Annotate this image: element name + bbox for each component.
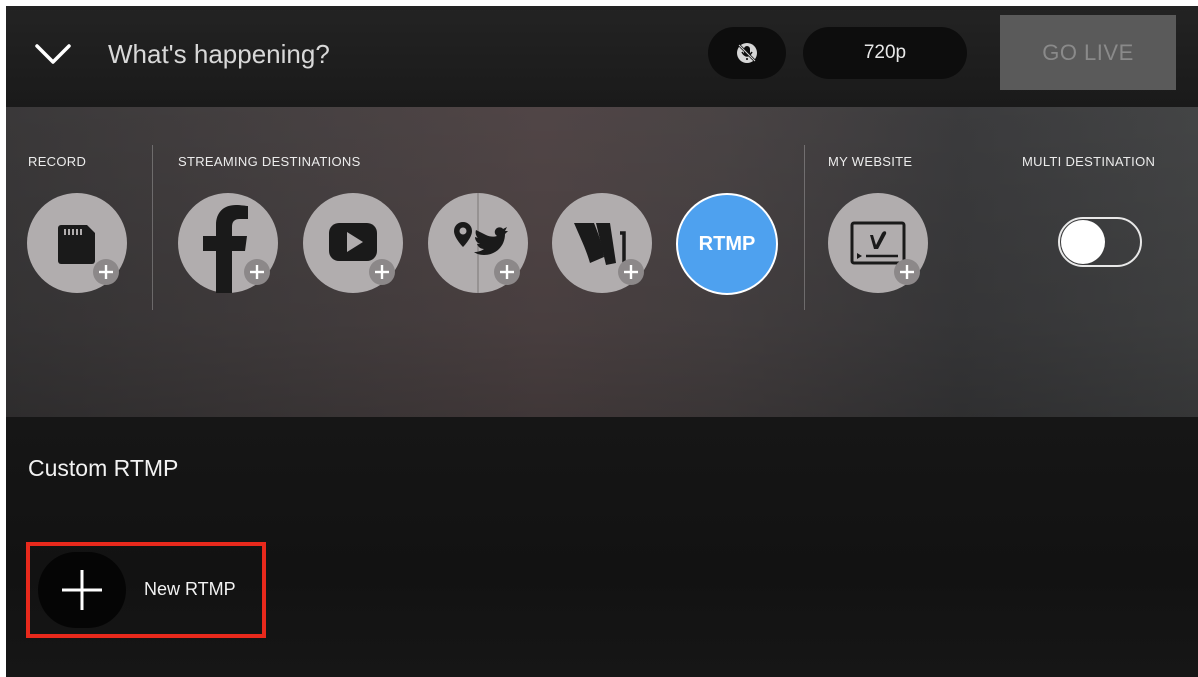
destination-periscope-twitter[interactable] <box>428 193 528 293</box>
destination-vimeo-website[interactable] <box>828 193 928 293</box>
divider <box>804 145 805 310</box>
new-rtmp-button[interactable]: New RTMP <box>26 542 266 638</box>
multi-destination-toggle[interactable] <box>1058 217 1142 267</box>
add-plus-icon <box>494 259 520 285</box>
add-icon <box>38 552 126 628</box>
section-label-streaming: STREAMING DESTINATIONS <box>178 154 361 169</box>
destination-record-sd-card[interactable] <box>27 193 127 293</box>
divider <box>152 145 153 310</box>
add-plus-icon <box>369 259 395 285</box>
streaming-app: What's happening? 720p GO LIVE RECORD ST… <box>6 6 1198 677</box>
resolution-button[interactable]: 720p <box>803 27 967 79</box>
new-rtmp-label: New RTMP <box>144 579 236 599</box>
destination-youtube[interactable] <box>303 193 403 293</box>
section-label-record: RECORD <box>28 154 87 169</box>
destination-facebook[interactable] <box>178 193 278 293</box>
add-plus-icon <box>244 259 270 285</box>
section-label-multi: MULTI DESTINATION <box>1022 154 1156 169</box>
mic-toggle-button[interactable] <box>708 27 786 79</box>
toggle-knob <box>1061 220 1105 264</box>
destinations-panel: RECORD STREAMING DESTINATIONS MY WEBSITE… <box>6 107 1198 417</box>
custom-rtmp-section: Custom RTMP New RTMP <box>6 417 1198 677</box>
stream-title-input[interactable]: What's happening? <box>108 39 330 70</box>
chevron-down-icon[interactable] <box>34 42 72 66</box>
section-title: Custom RTMP <box>28 455 179 481</box>
section-label-website: MY WEBSITE <box>828 154 913 169</box>
destination-rtmp[interactable]: RTMP <box>676 193 778 295</box>
top-bar: What's happening? 720p GO LIVE <box>6 6 1198 107</box>
rtmp-label: RTMP <box>676 193 778 295</box>
add-plus-icon <box>894 259 920 285</box>
add-plus-icon <box>93 259 119 285</box>
go-live-button[interactable]: GO LIVE <box>1000 15 1176 90</box>
add-plus-icon <box>618 259 644 285</box>
destination-ustream[interactable] <box>552 193 652 293</box>
mic-off-icon <box>737 43 757 63</box>
